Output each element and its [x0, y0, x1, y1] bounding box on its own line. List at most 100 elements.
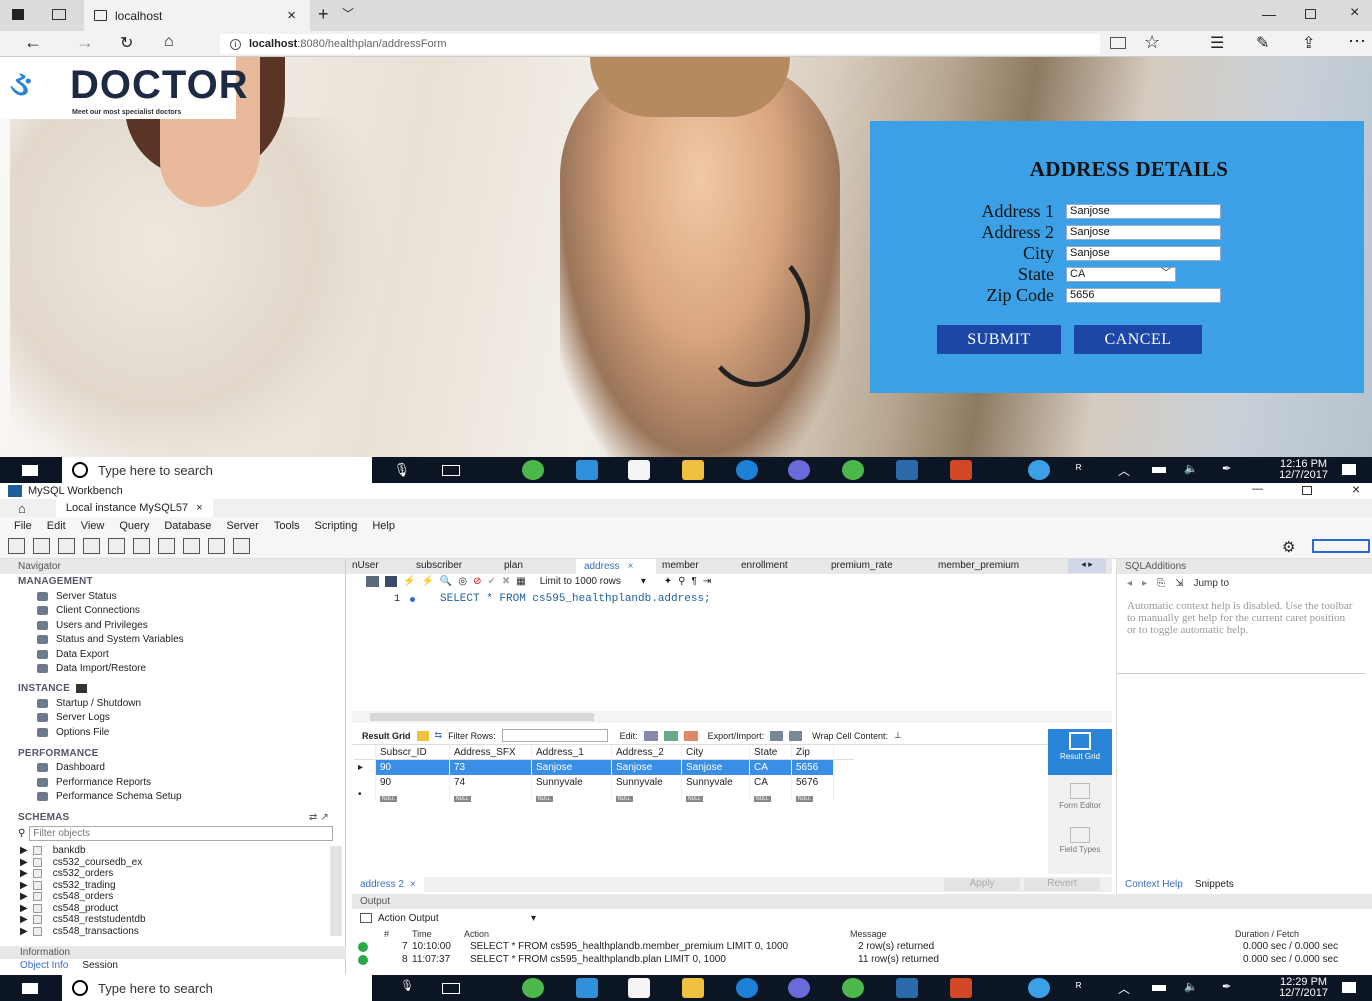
tray-chevron-icon[interactable]: ︿ [1118, 980, 1130, 997]
create-procedure-icon[interactable] [158, 538, 175, 554]
tab-subscriber[interactable]: subscriber [416, 560, 462, 571]
instance-tab-close-icon[interactable]: × [196, 502, 202, 514]
wb-restore-icon[interactable] [1302, 486, 1312, 495]
more-icon[interactable]: ⋯ [1348, 31, 1366, 52]
null-cell[interactable]: NULL [792, 790, 834, 802]
col-header[interactable]: Subscr_ID [376, 744, 450, 760]
output-copy-icon[interactable] [360, 913, 372, 923]
state-select[interactable]: CA ﹀ [1066, 266, 1176, 282]
schema-item[interactable]: ▶ cs532_trading [0, 880, 345, 892]
taskbar-powerpoint-icon[interactable] [950, 460, 972, 480]
cell[interactable]: 5656 [792, 760, 834, 775]
menu-query[interactable]: Query [119, 520, 149, 532]
menu-database[interactable]: Database [164, 520, 211, 532]
taskbar-network-icon[interactable] [576, 460, 598, 480]
notification-icon[interactable] [1342, 464, 1356, 475]
notes-pen-icon[interactable]: ✎ [1256, 33, 1269, 53]
expand-arrow-icon[interactable]: ▶ [20, 891, 28, 902]
zip-input[interactable]: 5656 [1066, 287, 1221, 303]
taskbar-edge-icon[interactable] [736, 978, 758, 998]
null-cell[interactable]: NULL [376, 790, 450, 802]
tab-close-icon[interactable]: × [287, 7, 296, 24]
expand-arrow-icon[interactable]: ▶ [20, 845, 28, 856]
taskbar-app-leaf-icon[interactable] [522, 978, 544, 998]
output-row[interactable]: 8 11:07:37 SELECT * FROM cs595_healthpla… [352, 953, 1372, 966]
schema-item[interactable]: ▶ cs548_product [0, 903, 345, 915]
filter-objects-input[interactable]: Filter objects [29, 826, 334, 841]
cell[interactable]: Sunnyvale [612, 775, 682, 790]
nav-users-privileges[interactable]: Users and Privileges [0, 618, 345, 633]
cortana-circle-icon[interactable] [72, 980, 88, 996]
pen-icon[interactable]: ✒ [1222, 462, 1231, 475]
autocommit-icon[interactable]: ▦ [516, 576, 525, 587]
back-icon[interactable]: ← [24, 32, 42, 53]
nav-performance-reports[interactable]: Performance Reports [0, 775, 345, 790]
nav-dashboard[interactable]: Dashboard [0, 761, 345, 776]
minimize-icon[interactable]: — [1262, 6, 1276, 22]
cortana-circle-icon[interactable] [72, 462, 88, 478]
expand-arrow-icon[interactable]: ▶ [20, 868, 28, 879]
tab-session[interactable]: Session [82, 960, 118, 971]
taskbar-search[interactable]: Type here to search 🎙 [62, 457, 410, 483]
microphone-icon[interactable]: 🎙 [393, 462, 410, 478]
reading-view-icon[interactable] [1110, 37, 1126, 49]
result-grid-button[interactable]: Result Grid [1048, 729, 1112, 775]
menu-file[interactable]: File [14, 520, 32, 532]
task-view-icon[interactable] [442, 465, 460, 476]
taskbar-clock[interactable]: 12:16 PM 12/7/2017 [1279, 459, 1328, 481]
search-table-icon[interactable] [208, 538, 225, 554]
settings-gear-icon[interactable]: ⚙ [1282, 538, 1295, 556]
execute-current-icon[interactable]: ⚡ [421, 576, 433, 587]
taskbar-store-icon[interactable] [628, 978, 650, 998]
delete-row-icon[interactable] [683, 730, 698, 741]
taskbar-workbench-icon[interactable] [896, 978, 918, 998]
manual-help-icon[interactable]: ⎘ [1157, 578, 1165, 589]
menu-view[interactable]: View [81, 520, 105, 532]
taskbar-clock[interactable]: 12:29 PM 12/7/2017 [1279, 977, 1328, 999]
wb-close-icon[interactable]: × [1352, 481, 1360, 497]
null-cell[interactable]: NULL [450, 790, 532, 802]
cell[interactable]: 90 [376, 760, 450, 775]
insert-row-icon[interactable] [663, 730, 678, 741]
address1-input[interactable]: Sanjose [1066, 203, 1221, 219]
microphone-icon[interactable]: 🎙 [400, 979, 414, 992]
filter-rows-input[interactable] [501, 729, 608, 742]
table-row[interactable]: ▸ 90 73 Sanjose Sanjose Sanjose CA 5656 [354, 760, 854, 775]
schema-item[interactable]: ▶ cs548_transactions [0, 926, 345, 938]
field-types-button[interactable]: Field Types [1048, 823, 1112, 869]
cell[interactable]: Sunnyvale [682, 775, 750, 790]
edit-row-icon[interactable] [643, 730, 658, 741]
nav-status-variables[interactable]: Status and System Variables [0, 633, 345, 648]
null-cell[interactable]: NULL [532, 790, 612, 802]
taskbar-app-leaf2-icon[interactable] [842, 978, 864, 998]
submit-button[interactable]: SUBMIT [937, 325, 1061, 354]
taskbar-powerpoint-icon[interactable] [950, 978, 972, 998]
limit-rows-select[interactable]: Limit to 1000 rows ▾ [540, 576, 658, 587]
nav-schema-setup[interactable]: Performance Schema Setup [0, 790, 345, 805]
execute-icon[interactable]: ⚡ [403, 576, 415, 587]
form-editor-button[interactable]: Form Editor [1048, 775, 1112, 823]
nav-options-file[interactable]: Options File [0, 725, 345, 740]
taskbar-workbench-icon[interactable] [896, 460, 918, 480]
schema-item[interactable]: ▶ cs548_orders [0, 891, 345, 903]
create-schema-icon[interactable] [83, 538, 100, 554]
volume-icon[interactable]: 🔈 [1184, 980, 1198, 993]
tab-close-icon[interactable]: × [628, 561, 634, 572]
menu-server[interactable]: Server [226, 520, 258, 532]
share-icon[interactable]: ⇪ [1302, 33, 1315, 53]
taskbar-explorer-icon[interactable] [682, 978, 704, 998]
tab-context-help[interactable]: Context Help [1125, 879, 1183, 890]
menu-scripting[interactable]: Scripting [315, 520, 358, 532]
expand-arrow-icon[interactable]: ▶ [20, 926, 28, 937]
expand-arrow-icon[interactable]: ▶ [20, 880, 28, 891]
save-icon[interactable] [385, 576, 397, 587]
stop-icon[interactable]: ◎ [458, 576, 467, 587]
windows-start-icon[interactable] [22, 983, 38, 994]
import-icon[interactable] [789, 730, 803, 741]
nav-back-icon[interactable]: ◂ [1127, 578, 1132, 589]
apply-button[interactable]: Apply [944, 878, 1020, 891]
schema-scrollbar[interactable] [330, 846, 342, 936]
invisible-chars-icon[interactable]: ¶ [691, 576, 696, 587]
battery-icon[interactable] [1152, 985, 1166, 991]
toggle-error-icon[interactable]: ⊘ [473, 576, 481, 587]
